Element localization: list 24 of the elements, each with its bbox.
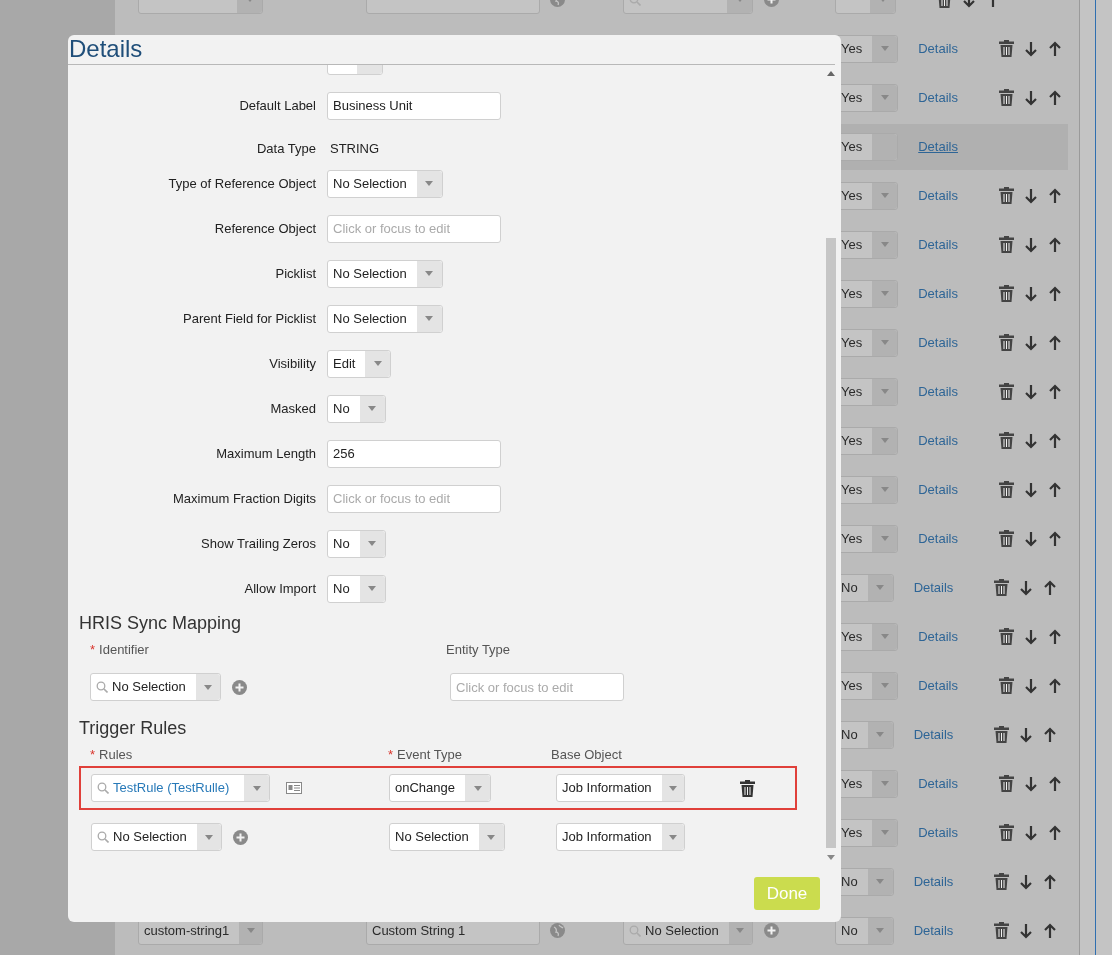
field-label: Picklist (274, 264, 316, 283)
field-label: Maximum Fraction Digits (171, 489, 316, 508)
field-label: Type of Reference Object (167, 174, 316, 193)
column-label: Rules (99, 746, 133, 765)
section-heading: Trigger Rules (78, 717, 188, 740)
field-label: Parent Field for Picklist (182, 309, 316, 328)
column-label: Identifier (99, 641, 149, 660)
required-marker: * (388, 746, 394, 765)
field-label: Data Type (255, 139, 316, 158)
column-label: Base Object (551, 746, 622, 765)
field-label: Default Label (238, 96, 316, 115)
column-label: Entity Type (446, 641, 511, 660)
field-label: Masked (269, 399, 316, 418)
required-marker: * (90, 641, 96, 660)
field-label: Visibility (268, 354, 316, 373)
field-label: Reference Object (213, 219, 316, 238)
field-label: Allow Import (243, 579, 316, 598)
required-marker: * (90, 746, 96, 765)
section-heading: HRIS Sync Mapping (78, 612, 243, 635)
dialog-title: Details (68, 35, 143, 64)
field-value: STRING (329, 139, 380, 158)
column-label: Event Type (397, 746, 462, 765)
field-label: Maximum Length (215, 444, 316, 463)
field-label: Show Trailing Zeros (200, 534, 316, 553)
